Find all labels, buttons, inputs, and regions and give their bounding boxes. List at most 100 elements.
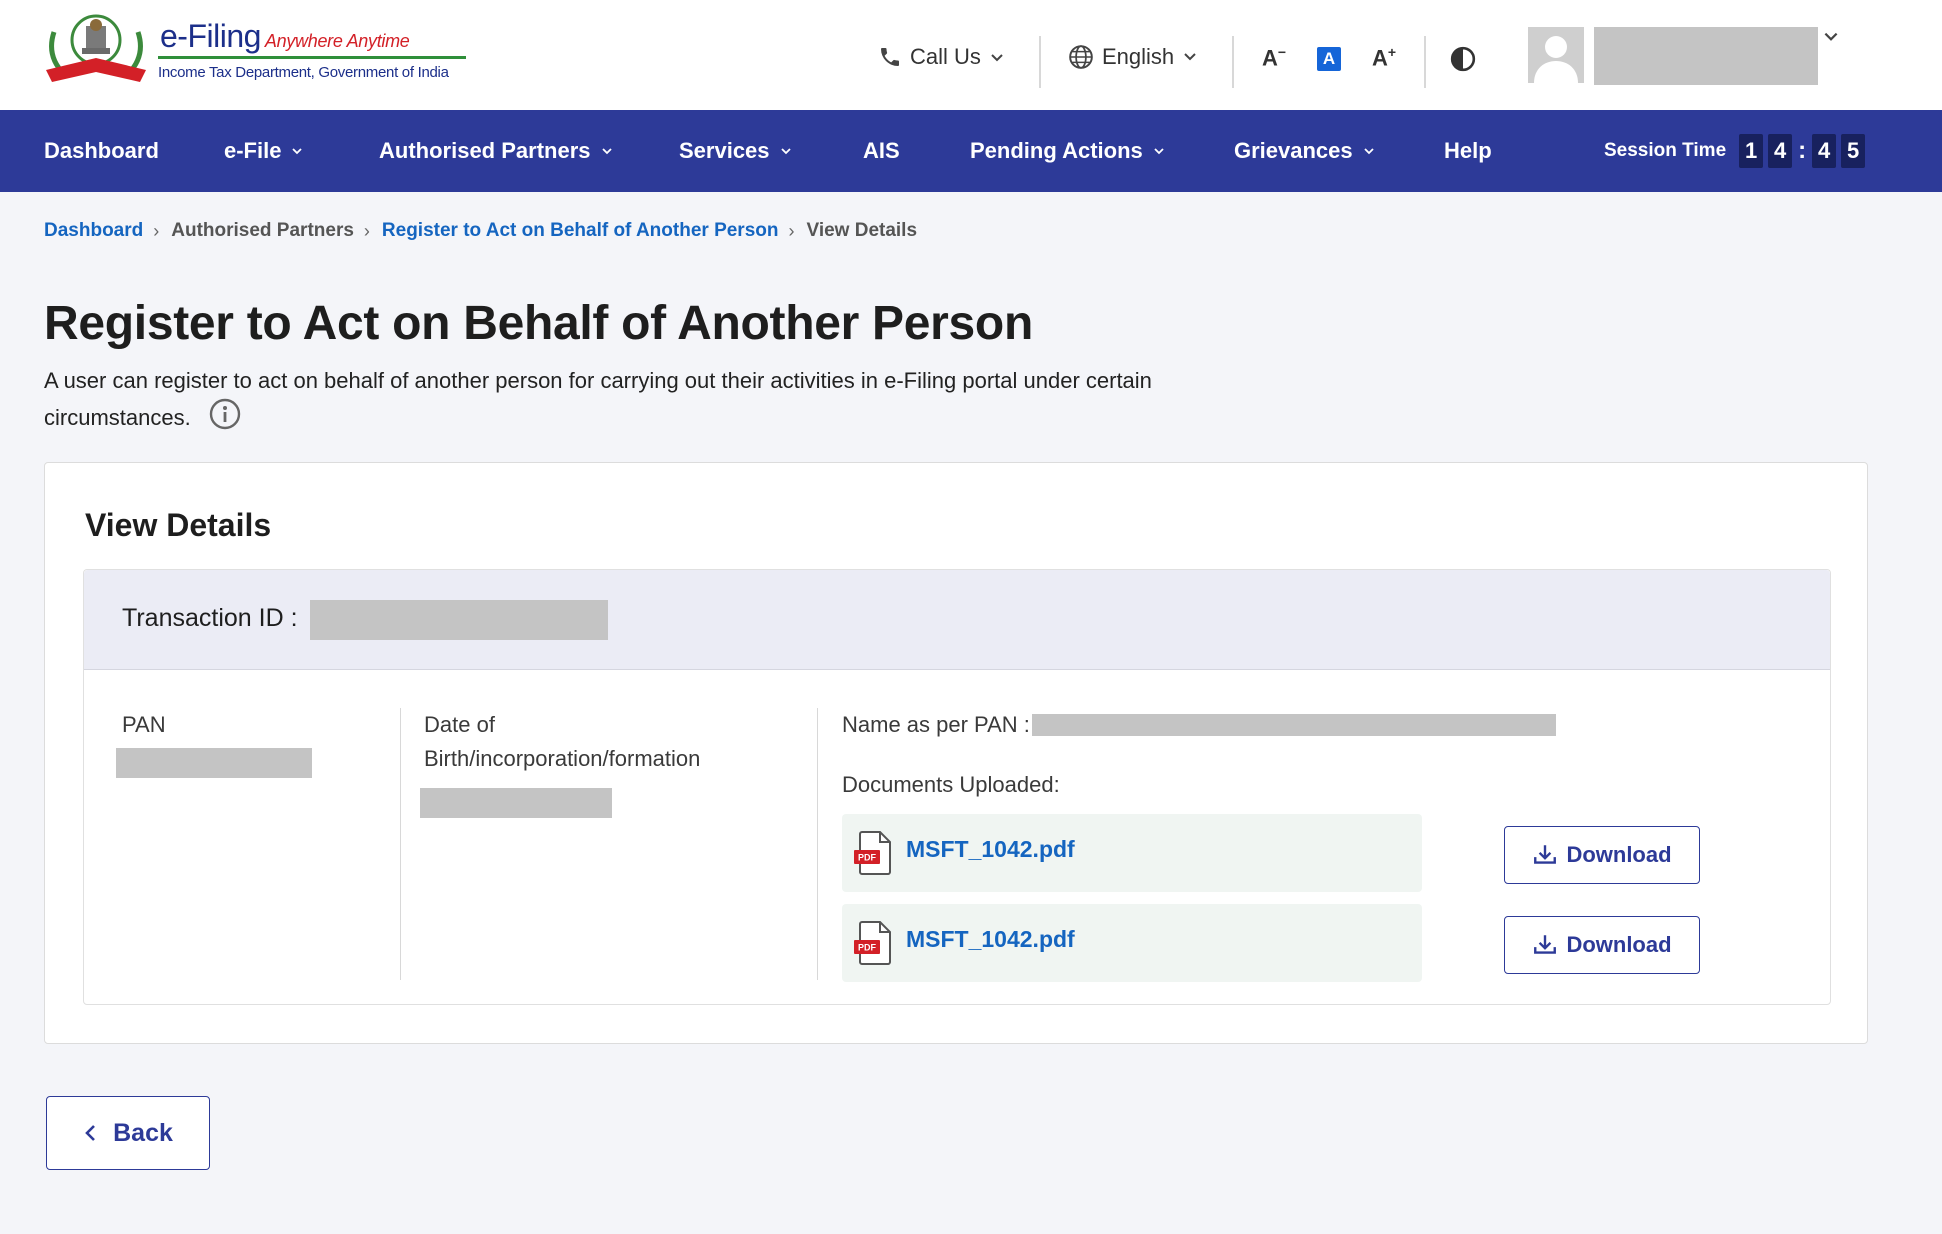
contrast-toggle[interactable] (1450, 46, 1476, 77)
breadcrumb-register-act-on-behalf[interactable]: Register to Act on Behalf of Another Per… (382, 220, 779, 242)
nav-item-services[interactable]: Services (679, 110, 792, 192)
header-divider (1424, 36, 1426, 88)
page-title: Register to Act on Behalf of Another Per… (44, 297, 1033, 350)
transaction-id-label: Transaction ID : (122, 604, 298, 632)
chevron-down-icon (780, 148, 791, 155)
chevron-down-icon (991, 54, 1003, 62)
back-button[interactable]: Back (46, 1096, 210, 1170)
user-avatar[interactable] (1528, 27, 1584, 83)
document-link[interactable]: MSFT_1042.pdf (906, 926, 1075, 953)
breadcrumb-dashboard[interactable]: Dashboard (44, 220, 143, 242)
download-label: Download (1566, 932, 1672, 957)
brand-title: e-Filing Anywhere Anytime (160, 18, 410, 55)
info-icon (209, 398, 240, 430)
name-as-per-pan-label: Name as per PAN : (842, 712, 1030, 737)
nav-label: Help (1444, 138, 1492, 163)
pdf-file-icon: PDF (854, 921, 891, 965)
globe-icon (1069, 45, 1093, 69)
font-increase-label: A (1372, 45, 1388, 71)
user-avatar-icon (1534, 36, 1578, 83)
brand-title-text: e-Filing (160, 18, 261, 54)
chevron-down-icon (1154, 148, 1164, 155)
back-label: Back (113, 1118, 173, 1147)
document-row: PDF MSFT_1042.pdf (842, 814, 1422, 892)
name-value-redacted (1032, 714, 1556, 736)
view-details-card: View Details Transaction ID : PAN Date o… (44, 462, 1868, 1044)
language-label: English (1102, 44, 1175, 69)
document-row: PDF MSFT_1042.pdf (842, 904, 1422, 982)
session-digit: 5 (1841, 134, 1866, 168)
nav-item-dashboard[interactable]: Dashboard (44, 110, 159, 192)
header-divider (1039, 36, 1041, 88)
card-title: View Details (85, 507, 272, 543)
nav-label: Authorised Partners (379, 138, 591, 163)
session-digit: 4 (1768, 134, 1793, 168)
dob-label-line2: Birth/incorporation/formation (424, 746, 701, 771)
session-timer: Session Time 1 4 : 4 5 (1604, 110, 1866, 192)
header-divider (1232, 36, 1234, 88)
details-panel: Transaction ID : PAN Date of Birth/incor… (83, 569, 1831, 1005)
dob-label-line1: Date of (424, 712, 495, 737)
call-us-label: Call Us (910, 44, 981, 69)
column-divider (817, 708, 818, 980)
nav-item-help[interactable]: Help (1444, 110, 1492, 192)
nav-label: Pending Actions (970, 138, 1143, 163)
nav-label: Services (679, 138, 770, 163)
session-colon: : (1798, 137, 1807, 164)
session-digit: 4 (1812, 134, 1837, 168)
chevron-down-icon (1184, 53, 1196, 61)
pdf-file-icon: PDF (854, 831, 891, 875)
nav-item-grievances[interactable]: Grievances (1234, 110, 1375, 192)
breadcrumb-view-details: View Details (806, 220, 918, 241)
download-button[interactable]: Download (1504, 826, 1700, 884)
income-tax-emblem-icon (46, 14, 146, 82)
font-decrease-label: A (1262, 45, 1278, 71)
download-button[interactable]: Download (1504, 916, 1700, 974)
chevron-left-icon (85, 1125, 96, 1141)
chevron-right-icon: › (363, 220, 370, 241)
font-increase-button[interactable]: A+ (1372, 44, 1396, 71)
nav-item-efile[interactable]: e-File (224, 110, 303, 192)
documents-uploaded-label: Documents Uploaded: (842, 772, 1060, 797)
session-digit: 1 (1739, 134, 1764, 168)
chevron-down-icon (1364, 148, 1374, 155)
nav-item-authorised-partners[interactable]: Authorised Partners (379, 110, 613, 192)
download-icon (1534, 845, 1557, 864)
contrast-icon (1450, 46, 1476, 72)
info-tooltip-trigger[interactable] (209, 398, 241, 440)
pan-label: PAN (122, 712, 166, 737)
pan-value-redacted (116, 748, 312, 778)
transaction-id-redacted (310, 600, 608, 640)
brand-divider (158, 56, 466, 59)
nav-label: Grievances (1234, 138, 1353, 163)
chevron-down-icon (601, 148, 612, 155)
chevron-right-icon: › (153, 220, 160, 241)
main-navbar: Dashboard e-File Authorised Partners Ser… (0, 110, 1942, 192)
user-menu-toggle[interactable] (1822, 28, 1840, 51)
brand-subtitle: Income Tax Department, Government of Ind… (158, 64, 449, 81)
nav-label: Dashboard (44, 138, 159, 163)
phone-icon (881, 48, 899, 66)
efiling-logo[interactable]: e-Filing Anywhere Anytime Income Tax Depa… (44, 12, 466, 92)
brand-tagline: Anywhere Anytime (264, 31, 410, 51)
session-label: Session Time (1604, 140, 1727, 161)
chevron-down-icon (1824, 32, 1838, 41)
chevron-down-icon (292, 148, 303, 155)
document-link[interactable]: MSFT_1042.pdf (906, 836, 1075, 863)
dob-label: Date of Birth/incorporation/formation (424, 708, 700, 776)
language-dropdown[interactable]: English (1068, 44, 1198, 70)
pdf-icon-label: PDF (858, 943, 877, 953)
font-decrease-button[interactable]: A− (1262, 44, 1286, 71)
chevron-right-icon: › (788, 220, 795, 241)
nav-item-ais[interactable]: AIS (863, 110, 900, 192)
page-description: A user can register to act on behalf of … (44, 364, 1234, 440)
breadcrumb-authorised-partners: Authorised Partners (171, 220, 354, 241)
nav-item-pending-actions[interactable]: Pending Actions (970, 110, 1165, 192)
pdf-icon-label: PDF (858, 853, 877, 863)
download-icon (1534, 935, 1557, 954)
nav-label: AIS (863, 138, 900, 163)
call-us-dropdown[interactable]: Call Us (878, 44, 1005, 70)
nav-label: e-File (224, 138, 282, 163)
dob-value-redacted (420, 788, 612, 818)
font-normal-button[interactable]: A (1317, 47, 1341, 71)
